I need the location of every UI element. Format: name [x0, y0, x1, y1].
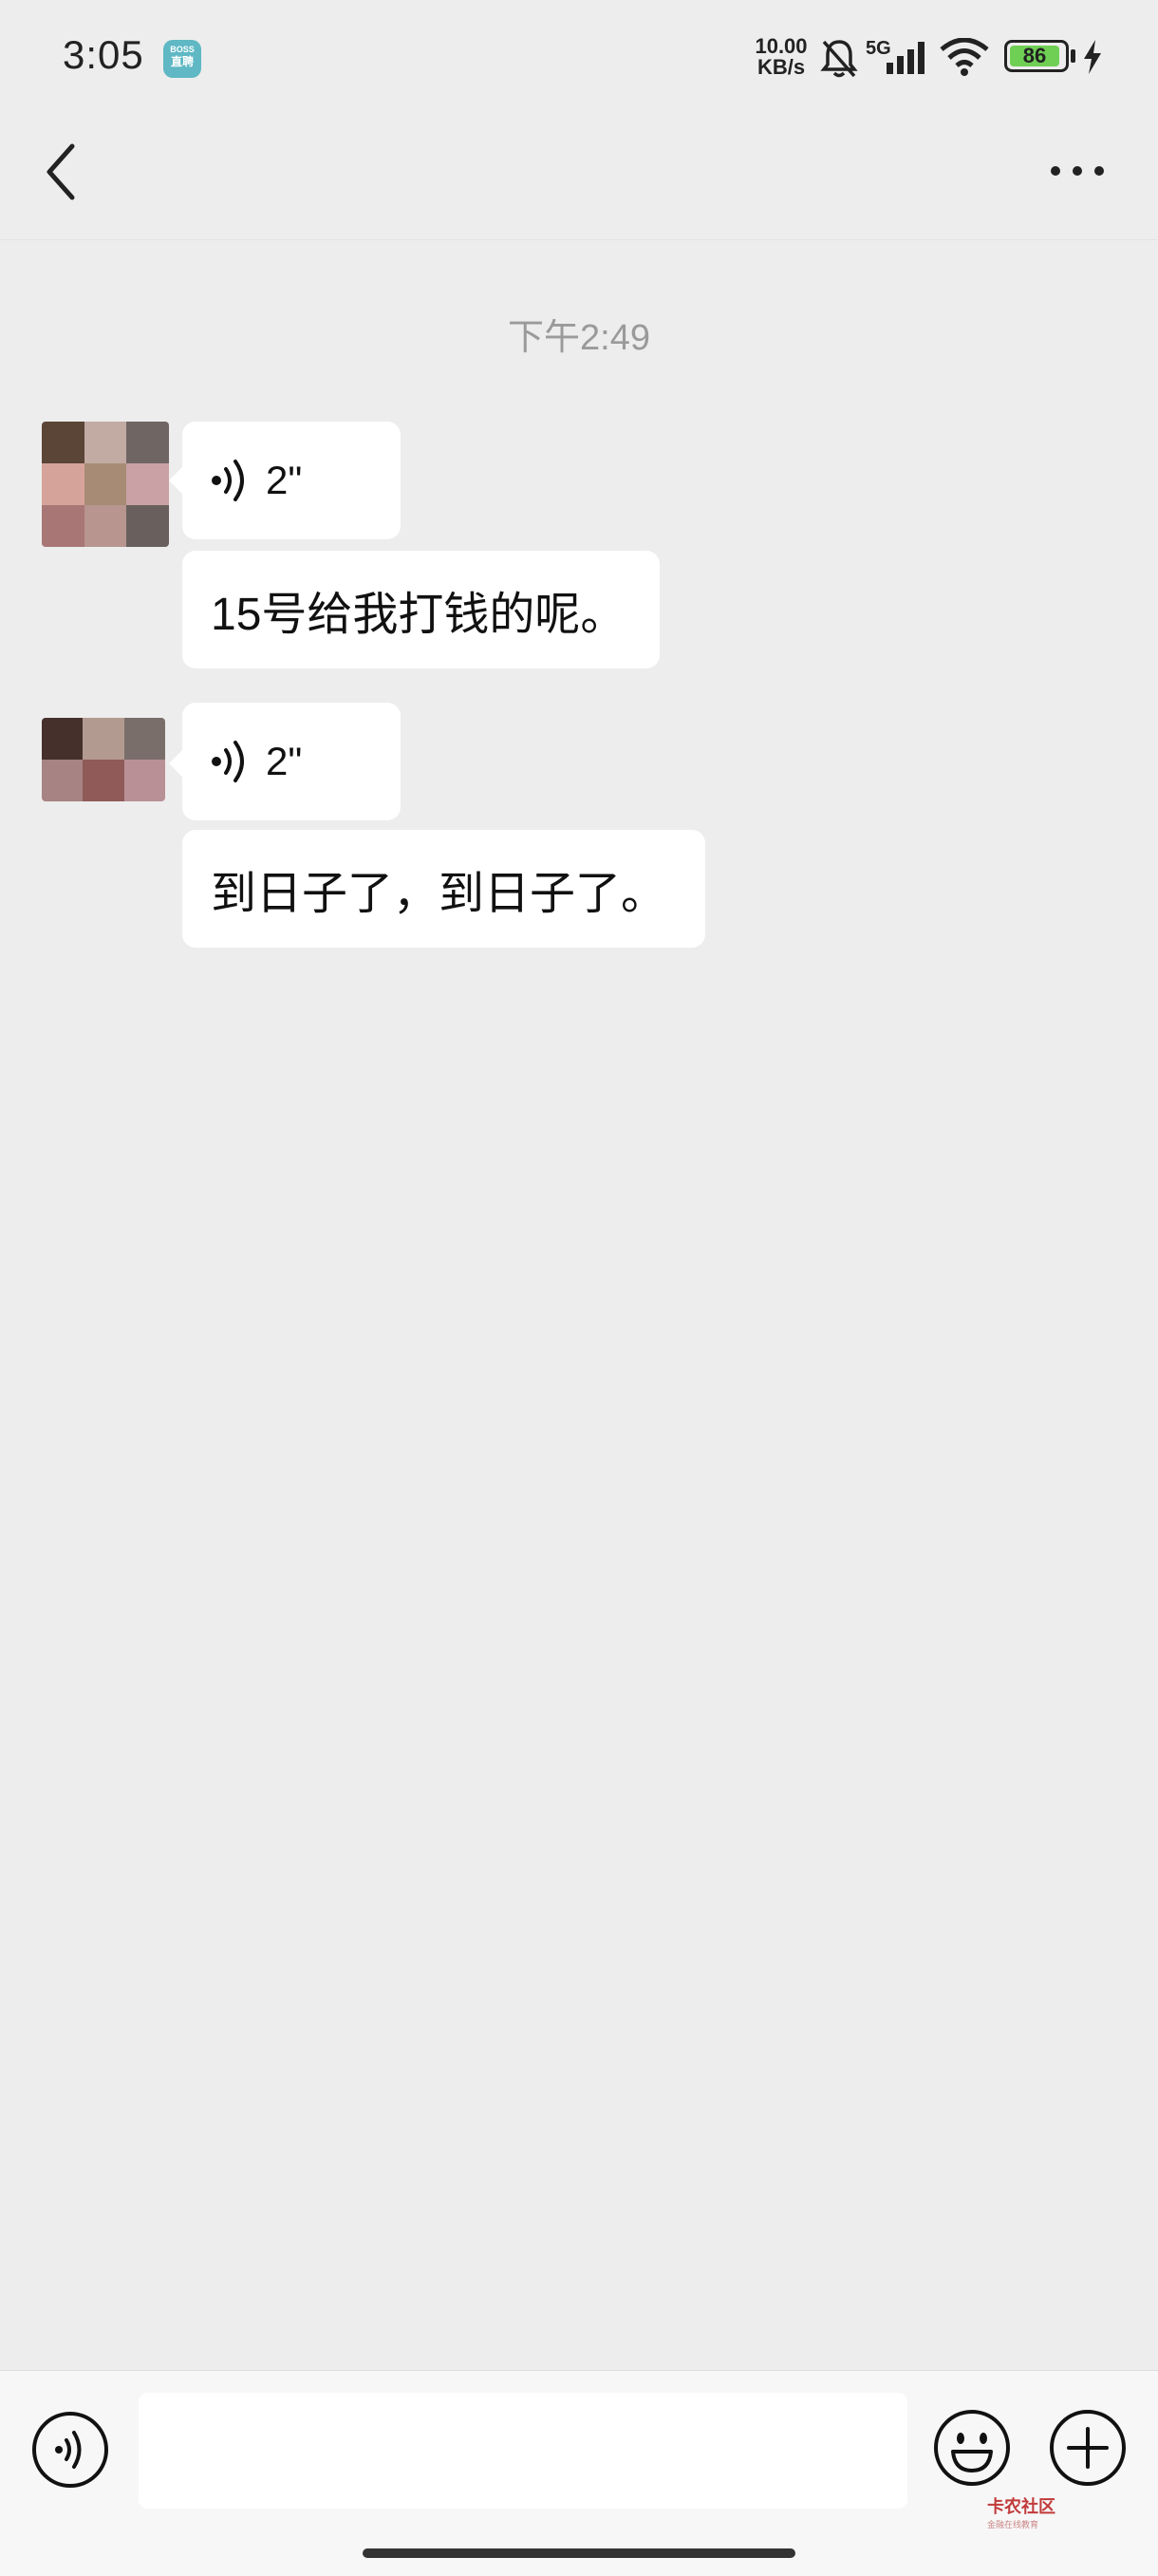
voice-message-bubble[interactable]: 2"	[182, 422, 401, 539]
watermark-text: 卡农社区	[987, 2497, 1055, 2516]
network-speed-unit: KB/s	[756, 55, 806, 79]
charging-icon	[1084, 40, 1101, 74]
voice-message-bubble[interactable]: 2"	[182, 703, 401, 820]
avatar-pixel	[126, 422, 169, 463]
watermark-subtext: 金融在线教育	[987, 2520, 1039, 2529]
avatar-pixel	[42, 422, 84, 463]
bubble-tail	[169, 750, 182, 777]
avatar-pixel	[83, 718, 124, 760]
network-speed: 10.00 KB/s	[748, 36, 814, 78]
voice-duration: 2"	[266, 458, 303, 502]
wifi-icon	[940, 38, 989, 76]
bell-muted-icon	[820, 40, 858, 78]
boss-app-icon: BOSS 直聘	[163, 40, 201, 78]
voice-wave-icon	[212, 741, 244, 782]
avatar[interactable]	[42, 718, 165, 801]
voice-wave-icon	[212, 460, 244, 501]
watermark: 卡农社区 金融在线教育	[987, 2493, 1055, 2530]
back-icon[interactable]	[38, 139, 85, 205]
bubble-tail	[169, 467, 182, 494]
app-badge-bottom: 直聘	[170, 55, 194, 68]
app-badge-top: BOSS	[170, 45, 195, 54]
text-message-bubble[interactable]: 到日子了，到日子了。	[182, 830, 705, 948]
plus-icon[interactable]	[1048, 2408, 1128, 2488]
message-text: 到日子了，到日子了。	[211, 869, 667, 919]
battery-icon: 86	[1004, 40, 1069, 72]
battery-level: 86	[1010, 46, 1059, 66]
avatar-pixel	[42, 760, 84, 801]
avatar-pixel	[123, 718, 165, 760]
avatar-pixel	[126, 463, 169, 505]
message-input[interactable]	[139, 2393, 907, 2509]
message-text: 15号给我打钱的呢。	[211, 590, 626, 640]
chat-header	[0, 116, 1158, 240]
message-timestamp: 下午2:49	[508, 318, 650, 358]
avatar-pixel	[126, 505, 169, 547]
emoji-icon[interactable]	[932, 2408, 1012, 2488]
text-message-bubble[interactable]: 15号给我打钱的呢。	[182, 551, 660, 668]
avatar-pixel	[84, 463, 127, 505]
avatar-pixel	[84, 422, 127, 463]
voice-input-button[interactable]	[30, 2410, 110, 2490]
status-time: 3:05	[63, 32, 144, 77]
avatar-pixel	[84, 505, 127, 547]
battery-nub	[1071, 49, 1075, 63]
network-speed-value: 10.00	[755, 34, 808, 58]
more-icon[interactable]	[1044, 152, 1111, 190]
signal-icon	[887, 42, 925, 74]
avatar[interactable]	[42, 422, 169, 547]
avatar-pixel	[42, 718, 84, 760]
avatar-pixel	[83, 760, 124, 801]
voice-duration: 2"	[266, 739, 303, 783]
avatar-pixel	[123, 760, 165, 801]
home-indicator[interactable]	[363, 2548, 795, 2558]
avatar-pixel	[42, 505, 84, 547]
avatar-pixel	[42, 463, 84, 505]
